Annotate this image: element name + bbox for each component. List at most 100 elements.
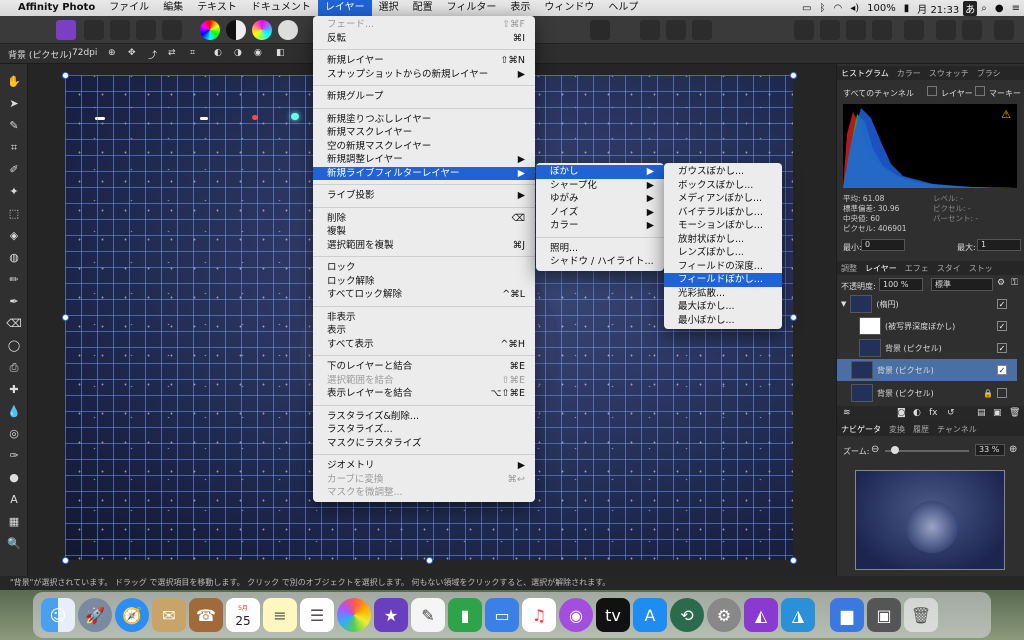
mesh-warp-icon[interactable]: ▦ <box>6 514 22 530</box>
lock-icon[interactable]: 🔒 <box>983 389 993 398</box>
tab-brushes[interactable]: ブラシ <box>973 68 1005 79</box>
flip-icon[interactable] <box>846 20 866 40</box>
menu-layer[interactable]: レイヤー <box>317 0 372 16</box>
keynote-icon[interactable]: ▭ <box>485 598 519 632</box>
layer-menu-item[interactable]: 表示 <box>313 324 535 338</box>
tone-mapping-persona-icon[interactable] <box>136 20 156 40</box>
blur-menu-item[interactable]: ガウスぼかし... <box>664 165 782 179</box>
fx-icon[interactable]: fx <box>929 408 938 418</box>
flood-select-icon[interactable]: ✦ <box>6 184 22 200</box>
zoom-slider[interactable] <box>885 446 969 454</box>
grid-snap-icon[interactable] <box>640 20 660 40</box>
pen-tool-icon[interactable]: ✑ <box>6 448 22 464</box>
control-center-icon[interactable]: ≡ <box>1008 3 1024 14</box>
layer-menu-item[interactable]: 非表示 <box>313 311 535 325</box>
apple-icon[interactable] <box>0 0 14 16</box>
transform-handle[interactable] <box>62 314 69 321</box>
layer-row-background-selected[interactable]: 背景 (ピクセル) ✓ <box>837 359 1017 381</box>
live-filter-menu-item[interactable]: ノイズ ▶ <box>536 206 664 220</box>
layer-menu-item[interactable]: ラスタライズ... <box>313 423 535 437</box>
battery-percent[interactable]: 100% <box>863 3 900 14</box>
selection-brush-icon[interactable]: ✐ <box>6 162 22 178</box>
color-replacement-icon[interactable]: ✒ <box>6 294 22 310</box>
adjust-icon[interactable]: ◐ <box>214 48 222 58</box>
layer-menu-item[interactable]: 選択範囲を複製 ⌘J <box>313 239 535 253</box>
add-layer-icon[interactable]: ▣ <box>993 408 1002 418</box>
calendar-icon[interactable]: 5月 25 <box>226 598 260 632</box>
opacity-input[interactable]: 100 % <box>879 278 923 291</box>
move-tool-icon[interactable]: ➤ <box>6 96 22 112</box>
tab-channels[interactable]: チャンネル <box>933 424 981 435</box>
photos-icon[interactable] <box>337 598 371 632</box>
music-icon[interactable]: ♫ <box>522 598 556 632</box>
input-method-icon[interactable]: あ <box>963 0 978 16</box>
layer-row-background-3[interactable]: 背景 (ピクセル) 🔒 <box>837 382 1017 404</box>
clock[interactable]: 月 21:33 <box>913 1 963 16</box>
blur-menu-item[interactable]: フィールドの深度... <box>664 260 782 274</box>
folder-icon[interactable]: ▤ <box>977 408 986 418</box>
move-icon[interactable]: ✥ <box>128 48 136 58</box>
channel-select[interactable]: すべてのチャンネル <box>843 88 914 99</box>
zoom-out-icon[interactable]: ⊖ <box>871 444 879 455</box>
mask-icon[interactable]: ◙ <box>897 408 906 418</box>
layer-menu-item[interactable]: ロック解除 <box>313 275 535 289</box>
live-filter-menu-item[interactable]: ゆがみ ▶ <box>536 192 664 206</box>
finder-icon[interactable]: ☺ <box>41 598 75 632</box>
safari-icon[interactable]: 🧭 <box>115 598 149 632</box>
color-wheel-icon[interactable] <box>200 20 220 40</box>
align-icon[interactable] <box>820 20 840 40</box>
blur-menu-item[interactable]: メディアンぼかし... <box>664 192 782 206</box>
appstore-icon[interactable]: A <box>633 598 667 632</box>
paint-brush-icon[interactable]: ✏ <box>6 272 22 288</box>
imovie-icon[interactable]: ★ <box>374 598 408 632</box>
layer-menu-item[interactable]: ジオメトリ ▶ <box>313 459 535 473</box>
photo-persona-icon[interactable] <box>56 20 76 40</box>
live-filter-menu-item[interactable]: 照明... <box>536 242 664 256</box>
brush-layer-icon[interactable]: ↺ <box>947 408 955 418</box>
color-picker-icon[interactable]: ✎ <box>6 118 22 134</box>
transform-handle[interactable] <box>790 72 797 79</box>
folder-icon[interactable]: ▆ <box>830 598 864 632</box>
tab-history[interactable]: 履歴 <box>909 424 933 435</box>
layer-menu-item[interactable]: 新規塗りつぶしレイヤー <box>313 113 535 127</box>
crop-icon[interactable]: ⌗ <box>190 48 195 58</box>
tab-transform[interactable]: 変換 <box>885 424 909 435</box>
layer-menu-item[interactable]: ラスタライズ&削除... <box>313 410 535 424</box>
assistant-icon[interactable] <box>666 20 686 40</box>
wifi-icon[interactable]: ◠ <box>830 3 847 14</box>
transform-origin-icon[interactable]: ⊕ <box>108 48 116 58</box>
layer-menu-item[interactable]: すべて表示 ^⌘H <box>313 338 535 352</box>
marquee-tool-icon[interactable]: ⬚ <box>6 206 22 222</box>
bluetooth-icon[interactable]: ᛒ <box>816 3 830 14</box>
trash-icon[interactable]: 🗑 <box>904 598 938 632</box>
min-input[interactable]: 0 <box>861 239 905 251</box>
camera-icon[interactable]: ▭ <box>798 3 815 14</box>
battery-icon[interactable]: ▮ <box>900 3 914 14</box>
transform-handle[interactable] <box>62 72 69 79</box>
invert-icon[interactable]: ◑ <box>234 48 242 58</box>
layer-menu-item[interactable]: 新規グループ <box>313 90 535 104</box>
timemachine-icon[interactable]: ⟲ <box>670 598 704 632</box>
lock-icon[interactable]: ⚿ <box>1011 278 1018 288</box>
contacts-icon[interactable]: ☎ <box>189 598 223 632</box>
layer-row-ellipse[interactable]: ▼ (楕円) ✓ <box>837 293 1017 315</box>
numbers-icon[interactable]: ▮ <box>448 598 482 632</box>
mail-stamp-icon[interactable]: ✉ <box>152 598 186 632</box>
marquee-checkbox[interactable] <box>975 86 985 96</box>
volume-icon[interactable]: ◂) <box>846 3 863 14</box>
tab-adjustments[interactable]: 調整 <box>837 263 861 274</box>
blend-mode-select[interactable]: 標準 <box>931 278 993 291</box>
zoom-slider-knob[interactable] <box>891 446 899 454</box>
blur-menu-item[interactable]: 放射状ぼかし... <box>664 233 782 247</box>
notes-icon[interactable]: ≡ <box>263 598 297 632</box>
gear-icon[interactable]: ⚙ <box>997 278 1005 288</box>
text-tool-icon[interactable]: A <box>6 492 22 508</box>
dodge-tool-icon[interactable]: ◯ <box>6 338 22 354</box>
layer-menu-item[interactable]: 新規調整レイヤー ▶ <box>313 153 535 167</box>
menu-window[interactable]: ウィンドウ <box>537 0 601 16</box>
spotlight-icon[interactable]: ⌕ <box>977 3 991 14</box>
share-icon[interactable]: ⤴ <box>148 48 157 61</box>
erase-brush-icon[interactable]: ⌫ <box>6 316 22 332</box>
layers-stack-icon[interactable]: ≋ <box>843 408 851 418</box>
menu-document[interactable]: ドキュメント <box>244 0 318 16</box>
